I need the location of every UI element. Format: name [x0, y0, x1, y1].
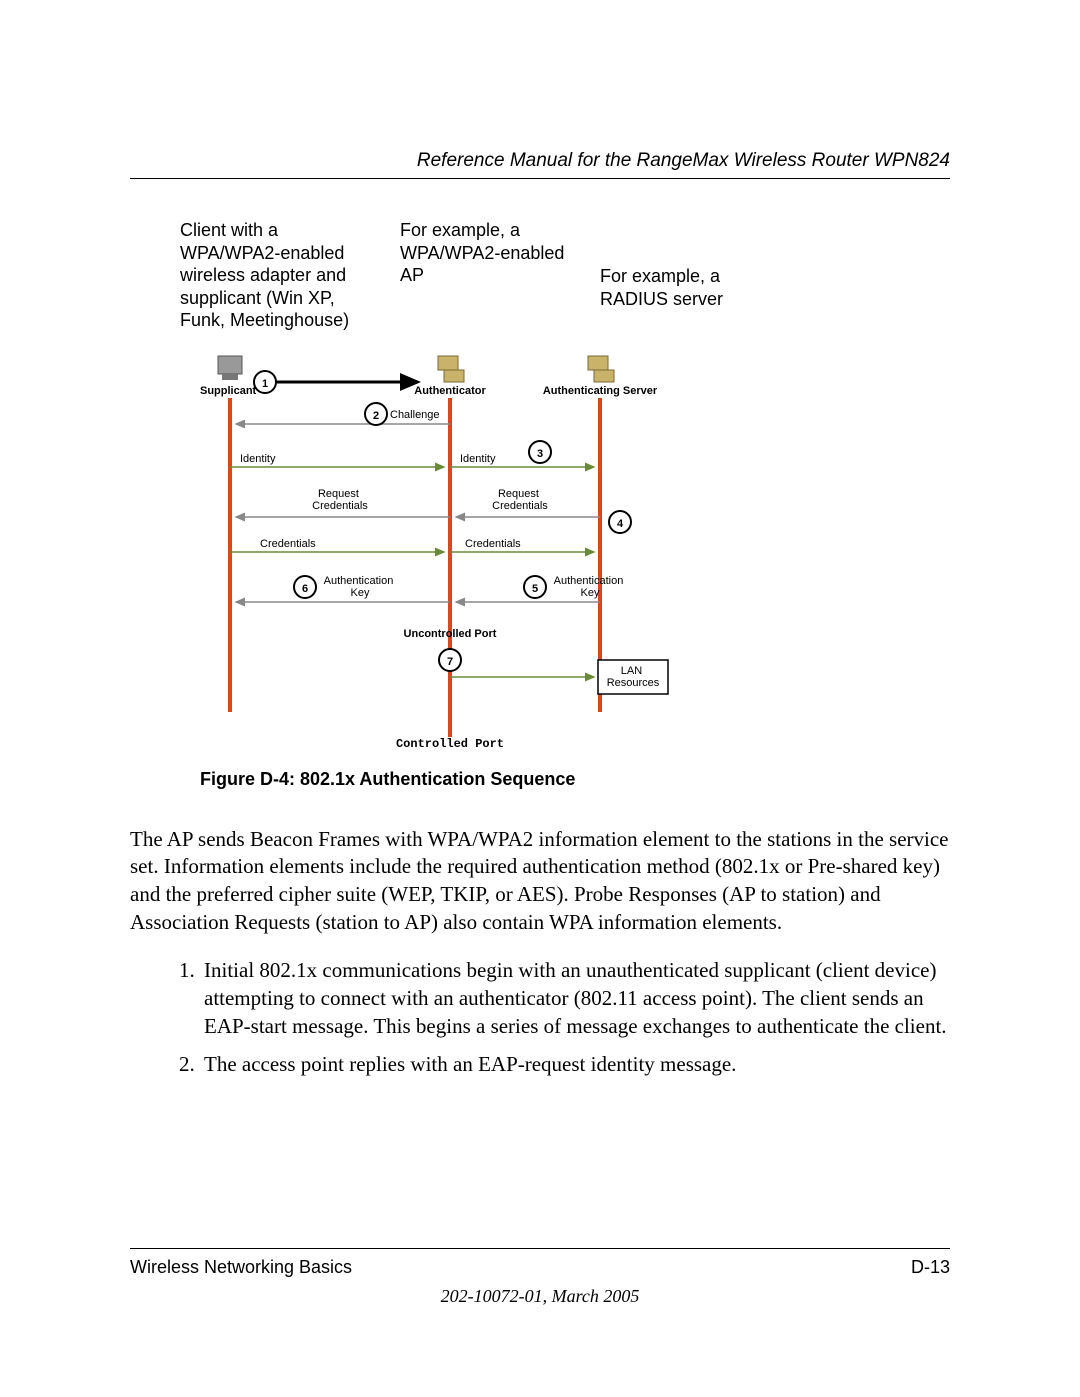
auth-server-icon [588, 356, 614, 382]
figure-top-captions: Client with a WPA/WPA2-enabled wireless … [180, 219, 950, 332]
list-item: The access point replies with an EAP-req… [200, 1051, 950, 1079]
step-6-num: 6 [302, 583, 308, 595]
label-auth-server: Authenticating Server [543, 385, 658, 397]
caption-supplicant: Client with a WPA/WPA2-enabled wireless … [180, 219, 380, 332]
step-4-num: 4 [617, 518, 624, 530]
authenticator-icon [438, 356, 464, 382]
label-reqcred-r: Request Credentials [492, 488, 548, 512]
label-uncontrolled-port: Uncontrolled Port [404, 628, 497, 640]
step-1-num: 1 [262, 378, 268, 390]
document-page: Reference Manual for the RangeMax Wirele… [0, 0, 1080, 1397]
footer-page: D-13 [911, 1257, 950, 1278]
label-supplicant: Supplicant [200, 385, 257, 397]
label-authkey-r: Authentication Key [554, 575, 627, 599]
page-header: Reference Manual for the RangeMax Wirele… [130, 150, 950, 179]
label-reqcred-l: Request Credentials [312, 488, 368, 512]
footer-docid: 202-10072-01, March 2005 [130, 1286, 950, 1307]
sequence-diagram: Supplicant Authenticator Authenticating … [200, 352, 700, 790]
label-authkey-l: Authentication Key [324, 575, 397, 599]
caption-authenticator: For example, a WPA/WPA2-enabled AP [400, 219, 580, 332]
list-item: Initial 802.1x communications begin with… [200, 957, 950, 1040]
step-7-num: 7 [447, 656, 453, 668]
label-cred-l: Credentials [260, 538, 316, 550]
page-footer: Wireless Networking Basics D-13 202-1007… [130, 1248, 950, 1307]
label-identity-l: Identity [240, 453, 276, 465]
figure-caption: Figure D-4: 802.1x Authentication Sequen… [200, 769, 700, 790]
caption-auth-server: For example, a RADIUS server [600, 219, 780, 332]
body-list: Initial 802.1x communications begin with… [130, 957, 950, 1078]
step-2-num: 2 [373, 410, 379, 422]
label-identity-r: Identity [460, 453, 496, 465]
label-challenge: Challenge [390, 409, 440, 421]
label-authenticator: Authenticator [414, 385, 486, 397]
body-paragraph: The AP sends Beacon Frames with WPA/WPA2… [130, 826, 950, 937]
footer-section: Wireless Networking Basics [130, 1257, 352, 1278]
step-5-num: 5 [532, 583, 538, 595]
supplicant-icon [218, 356, 242, 380]
step-3-num: 3 [537, 448, 543, 460]
label-cred-r: Credentials [465, 538, 521, 550]
label-controlled-port: Controlled Port [396, 737, 504, 751]
